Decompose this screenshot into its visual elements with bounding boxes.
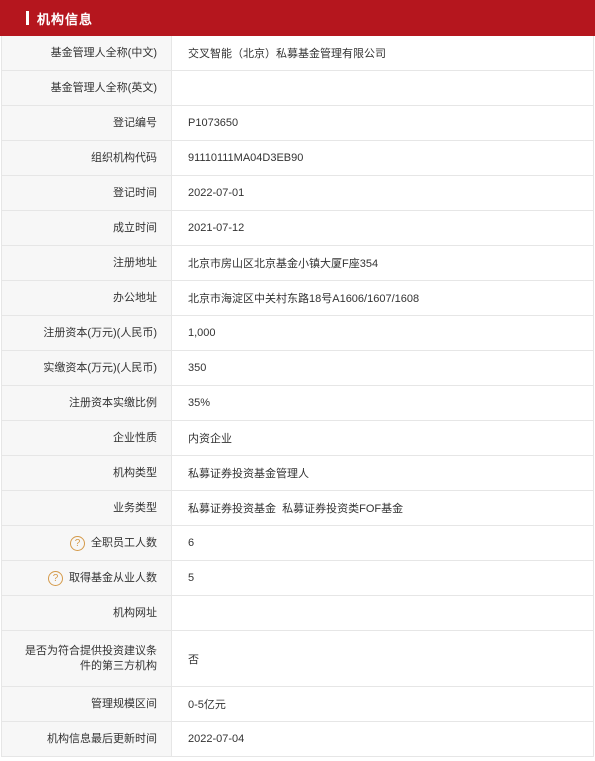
field-value: 交叉智能（北京）私募基金管理有限公司: [188, 48, 386, 60]
field-value: 私募证券投资基金管理人: [188, 468, 309, 480]
table-row: 基金管理人全称(中文) 交叉智能（北京）私募基金管理有限公司: [2, 36, 593, 71]
field-label: 登记时间: [2, 176, 172, 210]
table-row: 注册资本(万元)(人民币) 1,000: [2, 316, 593, 351]
table-row: 机构信息最后更新时间 2022-07-04: [2, 722, 593, 757]
field-label: 组织机构代码: [2, 141, 172, 175]
field-label: 机构信息最后更新时间: [2, 722, 172, 756]
field-label-with-help: ? 取得基金从业人数: [2, 561, 172, 595]
field-value: 2022-07-04: [188, 733, 245, 745]
table-row: 注册资本实缴比例 35%: [2, 386, 593, 421]
help-icon[interactable]: ?: [48, 570, 63, 586]
table-row: 成立时间 2021-07-12: [2, 211, 593, 246]
table-row: 登记编号 P1073650: [2, 106, 593, 141]
table-row: 企业性质 内资企业: [2, 421, 593, 456]
field-value: 2022-07-01: [188, 187, 245, 199]
field-label: 实缴资本(万元)(人民币): [2, 351, 172, 385]
table-row: 管理规模区间 0-5亿元: [2, 687, 593, 722]
field-value: 1,000: [188, 327, 216, 339]
table-row: 实缴资本(万元)(人民币) 350: [2, 351, 593, 386]
table-row: 业务类型 私募证券投资基金 私募证券投资类FOF基金: [2, 491, 593, 526]
field-label: 基金管理人全称(英文): [2, 71, 172, 105]
field-label: 机构网址: [2, 596, 172, 630]
field-value: 0-5亿元: [188, 699, 226, 711]
section-header: 机构信息: [0, 0, 595, 36]
field-label: 办公地址: [2, 281, 172, 315]
table-row: ? 取得基金从业人数 5: [2, 561, 593, 596]
field-value: 5: [188, 572, 195, 584]
field-value: 35%: [188, 397, 211, 409]
table-row: 登记时间 2022-07-01: [2, 176, 593, 211]
header-accent-bar: [26, 11, 29, 25]
field-label: 全职员工人数: [91, 536, 157, 549]
field-label: 业务类型: [2, 491, 172, 525]
field-label: 成立时间: [2, 211, 172, 245]
field-label: 基金管理人全称(中文): [2, 36, 172, 70]
help-icon[interactable]: ?: [70, 535, 85, 551]
field-value: 否: [188, 653, 199, 666]
field-label: 企业性质: [2, 421, 172, 455]
field-value: [172, 71, 593, 105]
table-row: 办公地址 北京市海淀区中关村东路18号A1606/1607/1608: [2, 281, 593, 316]
table-row: ? 全职员工人数 6: [2, 526, 593, 561]
table-row: 机构网址: [2, 596, 593, 631]
field-label-text: 是否为符合提供投资建议条件的第三方机构: [25, 644, 157, 672]
field-label: 注册地址: [2, 246, 172, 280]
field-value: 91110111MA04D3EB90: [188, 152, 304, 164]
field-value: 350: [188, 362, 207, 374]
field-label-with-help: ? 全职员工人数: [2, 526, 172, 560]
field-value: 6: [188, 537, 195, 549]
field-value: [172, 596, 593, 630]
field-label: 登记编号: [2, 106, 172, 140]
field-value: 内资企业: [188, 433, 232, 445]
table-row: 组织机构代码 91110111MA04D3EB90: [2, 141, 593, 176]
field-label: 管理规模区间: [2, 687, 172, 721]
table-row: 注册地址 北京市房山区北京基金小镇大厦F座354: [2, 246, 593, 281]
table-row: 机构类型 私募证券投资基金管理人: [2, 456, 593, 491]
table-row: 基金管理人全称(英文): [2, 71, 593, 106]
table-row: 是否为符合提供投资建议条件的第三方机构 否: [2, 631, 593, 687]
field-label: 是否为符合提供投资建议条件的第三方机构: [2, 631, 172, 686]
field-value: 北京市海淀区中关村东路18号A1606/1607/1608: [188, 293, 420, 305]
field-label: 注册资本(万元)(人民币): [2, 316, 172, 350]
info-table: 基金管理人全称(中文) 交叉智能（北京）私募基金管理有限公司 基金管理人全称(英…: [1, 36, 594, 757]
field-label: 注册资本实缴比例: [2, 386, 172, 420]
field-value: 私募证券投资基金 私募证券投资类FOF基金: [188, 503, 404, 515]
field-value: 北京市房山区北京基金小镇大厦F座354: [188, 258, 379, 270]
field-value: 2021-07-12: [188, 222, 245, 234]
section-title: 机构信息: [37, 11, 94, 27]
field-value: P1073650: [188, 117, 239, 129]
field-label: 取得基金从业人数: [69, 571, 157, 584]
field-label: 机构类型: [2, 456, 172, 490]
